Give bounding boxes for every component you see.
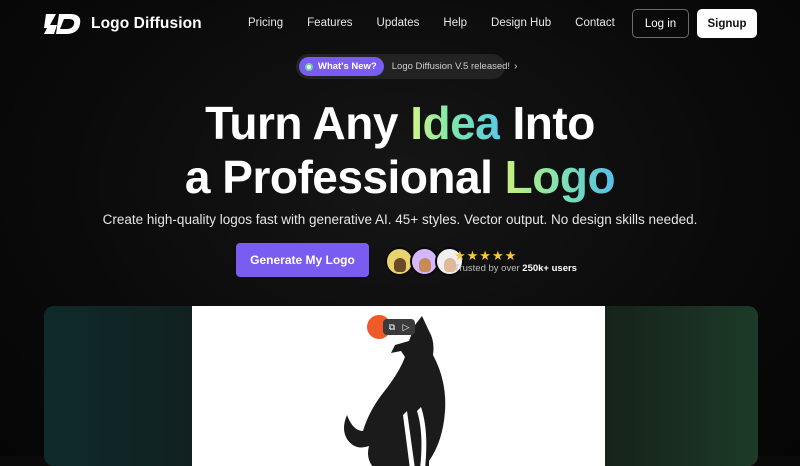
nav-link-updates[interactable]: Updates [377, 17, 420, 29]
announcement-pill[interactable]: What's New? Logo Diffusion V.5 released!… [296, 54, 517, 79]
logo-mark-icon [44, 14, 81, 34]
nav-link-design-hub[interactable]: Design Hub [491, 17, 551, 29]
avatar-face-icon [418, 258, 431, 272]
headline-text: Into [500, 97, 596, 149]
avatar-face-icon [393, 258, 406, 272]
top-navigation: Logo Diffusion Pricing Features Updates … [0, 0, 800, 48]
announcement-text: Logo Diffusion V.5 released! [391, 61, 511, 72]
trusted-by-text: Trusted by over 250k+ users [454, 263, 577, 274]
headline-text: Turn Any [205, 97, 411, 149]
signup-button[interactable]: Signup [697, 9, 757, 38]
logo-canvas: ⧉ ▷ [192, 306, 605, 466]
hero-subtitle: Create high-quality logos fast with gene… [102, 212, 698, 227]
status-dot-icon [305, 62, 313, 71]
whats-new-badge: What's New? [299, 57, 384, 76]
headline-accent-idea: Idea [410, 97, 501, 149]
trusted-prefix: Trusted by over [454, 263, 523, 274]
nav-link-pricing[interactable]: Pricing [248, 17, 283, 29]
headline-accent-logo: Logo [504, 151, 616, 203]
chevron-right-icon: › [514, 61, 518, 72]
nav-link-help[interactable]: Help [443, 17, 467, 29]
canvas-toolbar: ⧉ ▷ [383, 319, 415, 335]
rating-stars: ★★★★★ [454, 248, 518, 263]
nav-links: Pricing Features Updates Help Design Hub… [248, 17, 639, 29]
brand-logo[interactable]: Logo Diffusion [44, 12, 202, 36]
headline-line-1: Turn Any Idea Into [0, 96, 800, 150]
trusted-count: 250k+ users [522, 263, 577, 274]
whats-new-label: What's New? [318, 61, 377, 72]
video-tool-icon[interactable]: ▷ [400, 321, 412, 333]
nav-link-contact[interactable]: Contact [575, 17, 615, 29]
hero-headline: Turn Any Idea Into a Professional Logo [0, 96, 800, 204]
brand-name: Logo Diffusion [91, 15, 202, 32]
headline-line-2: a Professional Logo [0, 150, 800, 204]
user-avatars [385, 247, 464, 276]
login-button[interactable]: Log in [632, 9, 689, 38]
headline-text: a Professional [184, 151, 505, 203]
demo-preview-panel: ⧉ ▷ [44, 306, 758, 466]
nav-link-features[interactable]: Features [307, 17, 352, 29]
image-tool-icon[interactable]: ⧉ [386, 321, 398, 333]
generate-logo-button[interactable]: Generate My Logo [236, 243, 369, 277]
